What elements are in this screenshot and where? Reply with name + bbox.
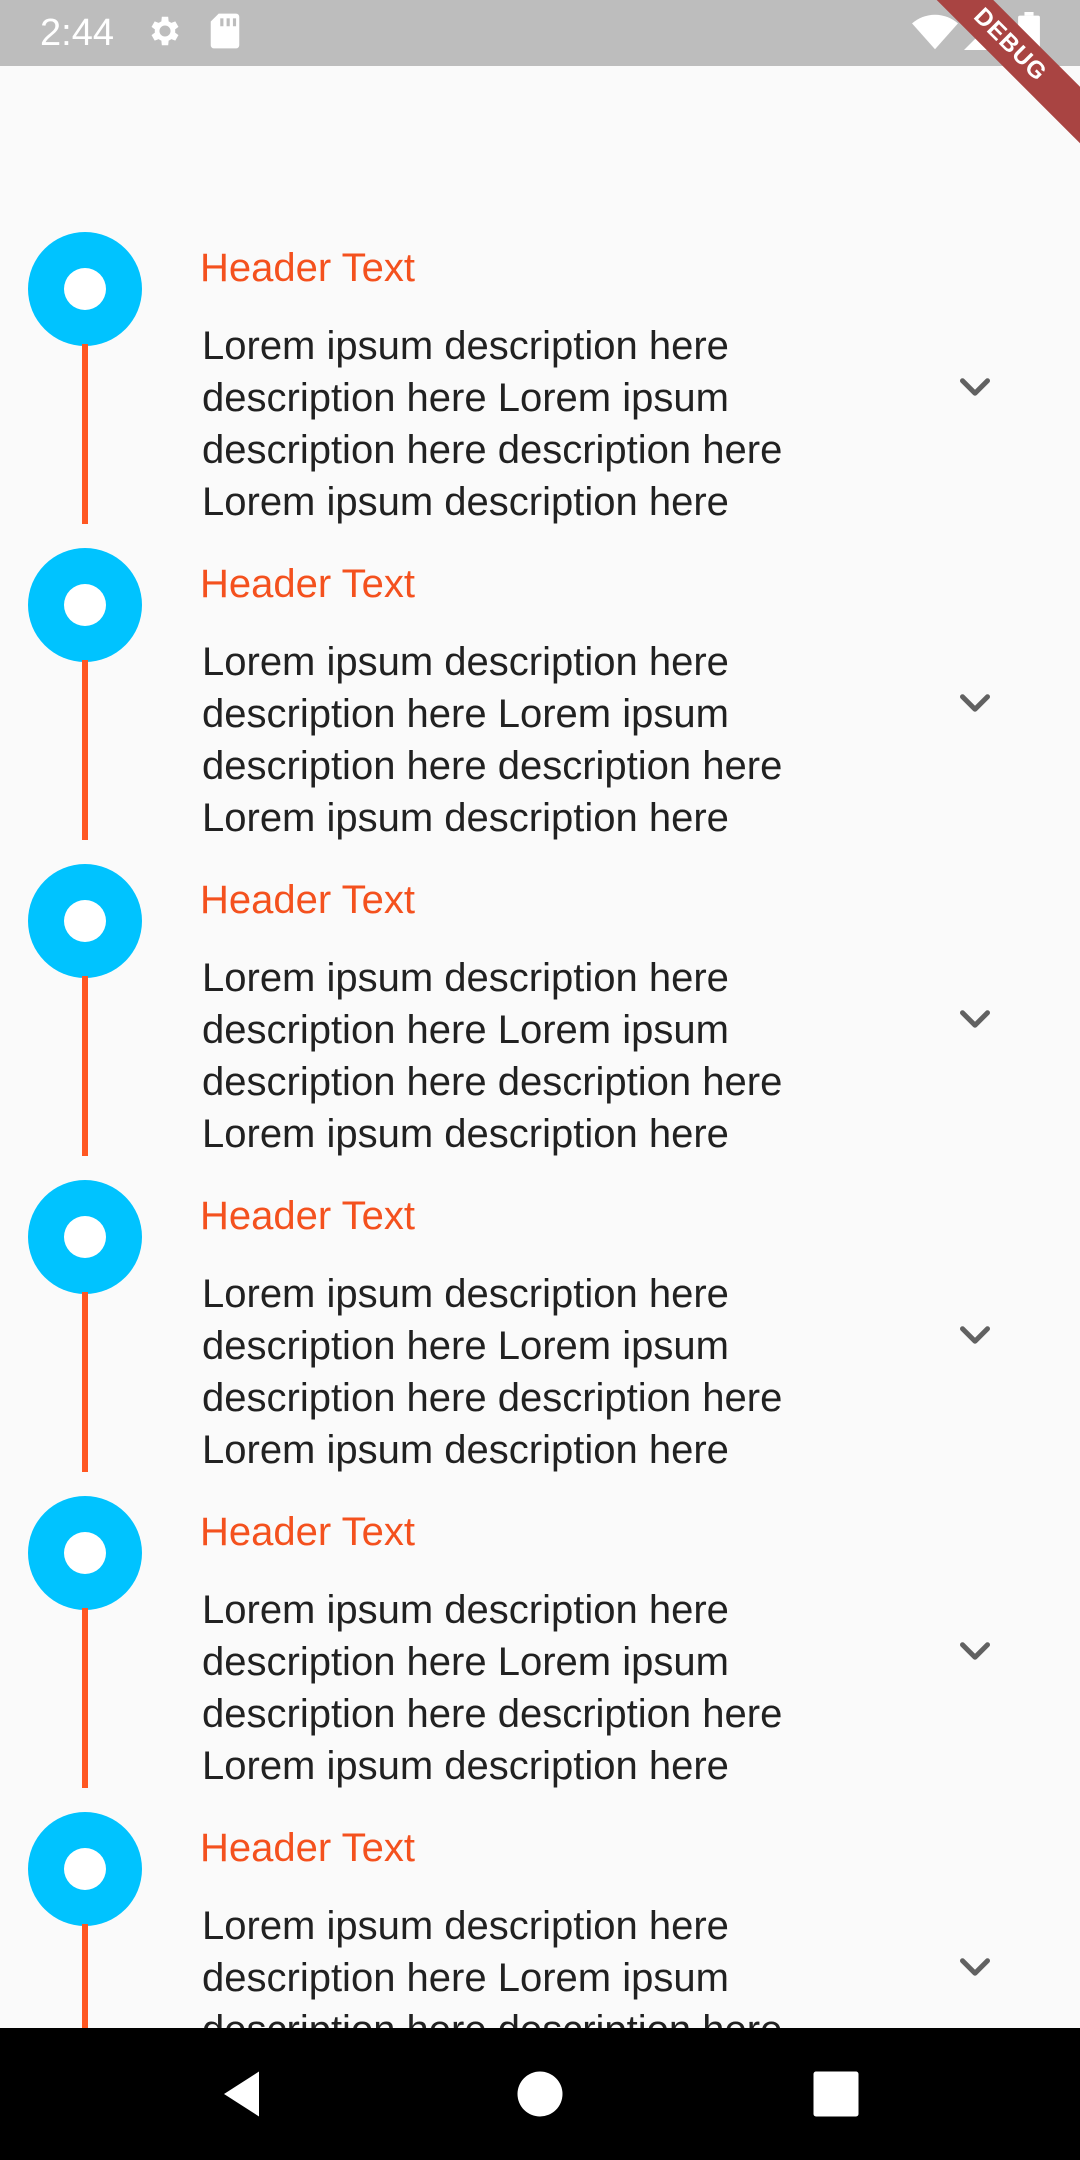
back-icon[interactable] — [214, 2064, 274, 2124]
timeline-item-description: Lorem ipsum description here description… — [202, 640, 783, 840]
timeline-item-description: Lorem ipsum description here description… — [202, 1272, 783, 1472]
timeline-connector-line — [82, 344, 88, 524]
timeline-connector-line — [82, 660, 88, 840]
timeline-item[interactable]: Header Text Lorem ipsum description here… — [0, 232, 1080, 548]
status-bar: 2:44 DEBUG — [0, 0, 1080, 159]
gear-icon — [146, 12, 184, 55]
timeline-item-description: Lorem ipsum description here description… — [202, 956, 783, 1156]
timeline-item-header: Header Text — [200, 1194, 415, 1238]
timeline-connector-line — [82, 1608, 88, 1788]
chevron-down-icon[interactable] — [950, 1626, 1000, 1676]
timeline-item[interactable]: Header Text Lorem ipsum description here… — [0, 864, 1080, 1180]
navigation-bar — [0, 2028, 1080, 2160]
timeline-item[interactable]: Header Text Lorem ipsum description here… — [0, 1180, 1080, 1496]
timeline-item-description: Lorem ipsum description here description… — [202, 324, 783, 524]
wifi-icon — [912, 14, 958, 55]
timeline-connector-line — [82, 1292, 88, 1472]
timeline-node-dot — [64, 1216, 106, 1258]
timeline-node-dot — [64, 1532, 106, 1574]
app-screen: 2:44 DEBUG Header Text Lorem ipsum descr… — [0, 0, 1080, 2160]
chevron-down-icon[interactable] — [950, 994, 1000, 1044]
chevron-down-icon[interactable] — [950, 1310, 1000, 1360]
timeline-connector-line — [82, 976, 88, 1156]
timeline-item-header: Header Text — [200, 562, 415, 606]
timeline-item-header: Header Text — [200, 1510, 415, 1554]
timeline-item-header: Header Text — [200, 878, 415, 922]
timeline-node-dot — [64, 584, 106, 626]
timeline-node-indicator — [28, 232, 142, 346]
chevron-down-icon[interactable] — [950, 362, 1000, 412]
timeline-node-dot — [64, 900, 106, 942]
timeline-item-header: Header Text — [200, 246, 415, 290]
timeline-node-indicator — [28, 1496, 142, 1610]
timeline-node-indicator — [28, 864, 142, 978]
timeline-node-indicator — [28, 1180, 142, 1294]
home-icon[interactable] — [510, 2064, 570, 2124]
sd-card-icon — [208, 12, 242, 55]
timeline-node-indicator — [28, 548, 142, 662]
timeline-item-header: Header Text — [200, 1826, 415, 1870]
timeline-item[interactable]: Header Text Lorem ipsum description here… — [0, 548, 1080, 864]
chevron-down-icon[interactable] — [950, 678, 1000, 728]
timeline-node-dot — [64, 1848, 106, 1890]
timeline-list: Header Text Lorem ipsum description here… — [0, 232, 1080, 2128]
timeline-node-dot — [64, 268, 106, 310]
timeline-item[interactable]: Header Text Lorem ipsum description here… — [0, 1496, 1080, 1812]
status-time: 2:44 — [40, 12, 114, 54]
timeline-item-description: Lorem ipsum description here description… — [202, 1588, 783, 1788]
recents-icon[interactable] — [806, 2064, 866, 2124]
timeline-node-indicator — [28, 1812, 142, 1926]
chevron-down-icon[interactable] — [950, 1942, 1000, 1992]
